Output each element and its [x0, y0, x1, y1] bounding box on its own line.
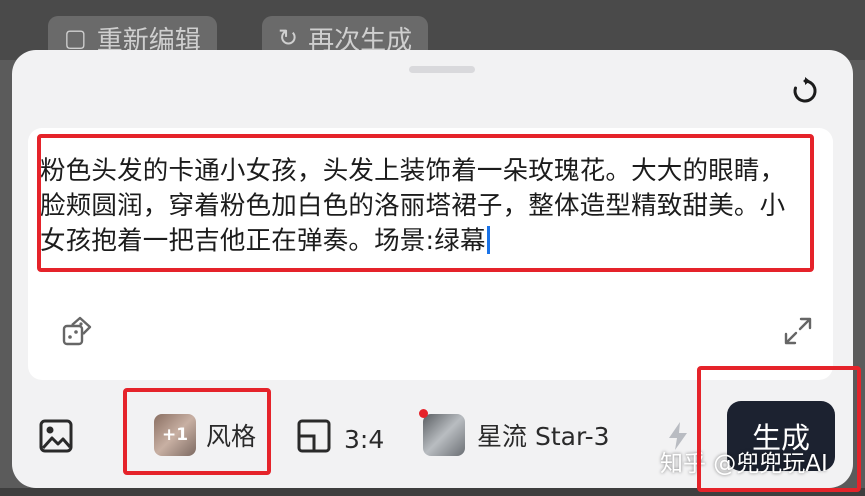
expand-icon[interactable] [782, 315, 814, 347]
aspect-ratio-label: 3:4 [344, 424, 385, 454]
image-upload-button[interactable] [38, 418, 74, 460]
style-selector[interactable]: +1 风格 [154, 414, 256, 456]
edit-icon: ▢ [64, 24, 87, 52]
text-caret [486, 226, 490, 254]
model-thumbnail [423, 414, 465, 456]
style-thumbnail: +1 [154, 414, 196, 456]
model-label: 星流 Star-3 [477, 422, 610, 451]
aspect-ratio-icon [296, 418, 332, 460]
prompt-textarea[interactable]: 粉色头发的卡通小女孩，头发上装饰着一朵玫瑰花。大大的眼睛，脸颊圆润，穿着粉色加白… [40, 154, 810, 259]
dice-icon[interactable] [60, 315, 94, 349]
sheet-drag-handle[interactable] [409, 66, 475, 73]
style-count-badge: +1 [161, 425, 189, 445]
model-selector[interactable]: 星流 Star-3 [423, 414, 610, 456]
refresh-icon[interactable] [788, 74, 822, 108]
aspect-ratio-selector[interactable]: 3:4 [296, 418, 384, 460]
background-gallery-strip [0, 488, 865, 496]
watermark: 知乎 @兜兜玩AI [660, 451, 828, 477]
style-label: 风格 [206, 422, 257, 451]
prompt-text: 粉色头发的卡通小女孩，头发上装饰着一朵玫瑰花。大大的眼睛，脸颊圆润，穿着粉色加白… [40, 156, 786, 256]
new-indicator-dot [419, 409, 428, 418]
image-upload-icon [38, 418, 74, 460]
regenerate-icon: ↻ [278, 24, 299, 52]
